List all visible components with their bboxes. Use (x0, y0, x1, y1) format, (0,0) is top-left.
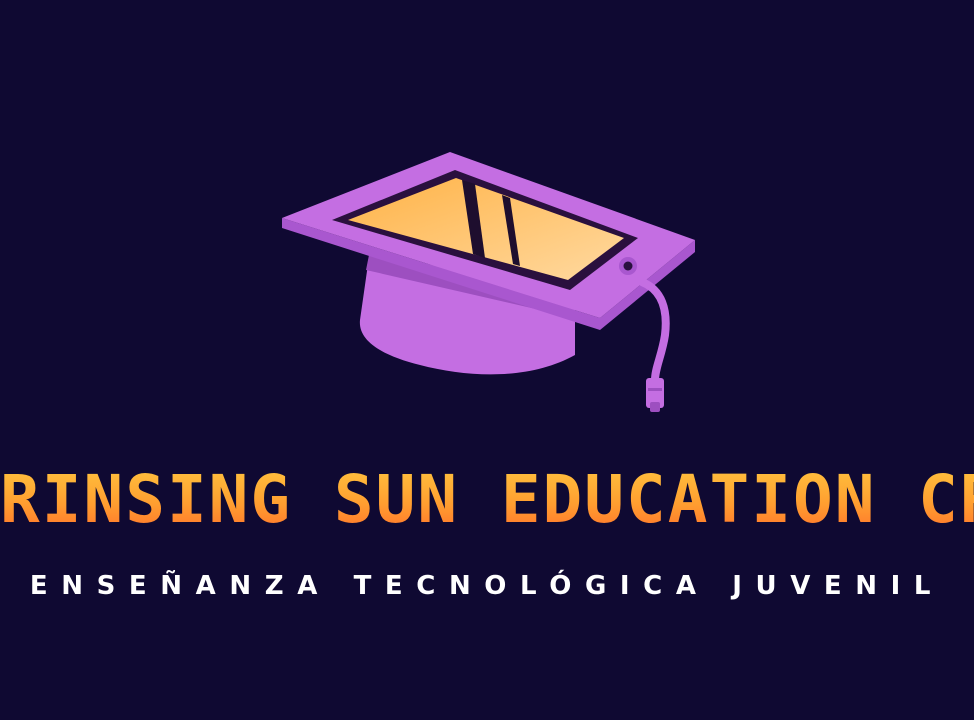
brand-title: RINSING SUN EDUCATION CR (0, 461, 974, 538)
graduation-cap-tablet-icon (282, 152, 695, 412)
tablet-home-button-inner (623, 261, 633, 271)
tassel-plug-line (648, 388, 662, 391)
tassel-plug-tip (650, 402, 660, 412)
logo: RINSING SUN EDUCATION CR ENSEÑANZA TECNO… (0, 0, 974, 720)
brand-tagline: ENSEÑANZA TECNOLÓGICA JUVENIL (29, 571, 945, 601)
tassel-cord (638, 278, 670, 384)
